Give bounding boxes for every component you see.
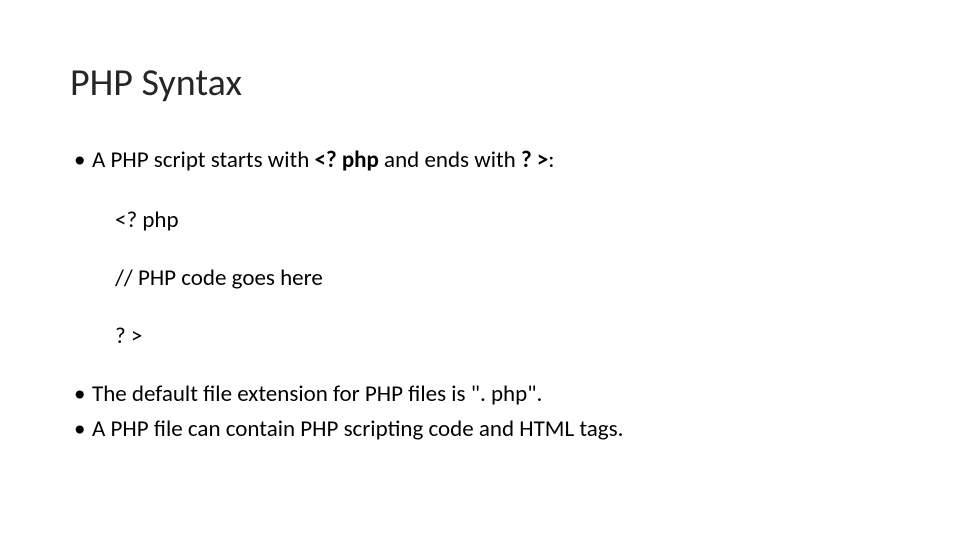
bullet-list-bottom: The default file extension for PHP files… bbox=[70, 380, 890, 445]
bullet-bold-close-tag: ? > bbox=[521, 146, 548, 174]
bullet-text-suffix: : bbox=[548, 146, 554, 174]
bullet-list-top: A PHP script starts with <? php and ends… bbox=[70, 146, 890, 176]
bullet-item: A PHP script starts with <? php and ends… bbox=[70, 146, 890, 176]
code-line-comment: // PHP code goes here bbox=[115, 264, 890, 292]
code-block: <? php // PHP code goes here ? > bbox=[115, 206, 890, 350]
bullet-bold-open-tag: <? php bbox=[315, 146, 379, 174]
bullet-text-prefix: A PHP script starts with bbox=[92, 146, 315, 174]
code-line-open: <? php bbox=[115, 206, 890, 234]
slide-title: PHP Syntax bbox=[70, 60, 890, 106]
code-line-close: ? > bbox=[115, 322, 890, 350]
bullet-item: The default file extension for PHP files… bbox=[70, 380, 890, 410]
bullet-item: A PHP file can contain PHP scripting cod… bbox=[70, 415, 890, 445]
bullet-text-mid: and ends with bbox=[379, 146, 521, 174]
